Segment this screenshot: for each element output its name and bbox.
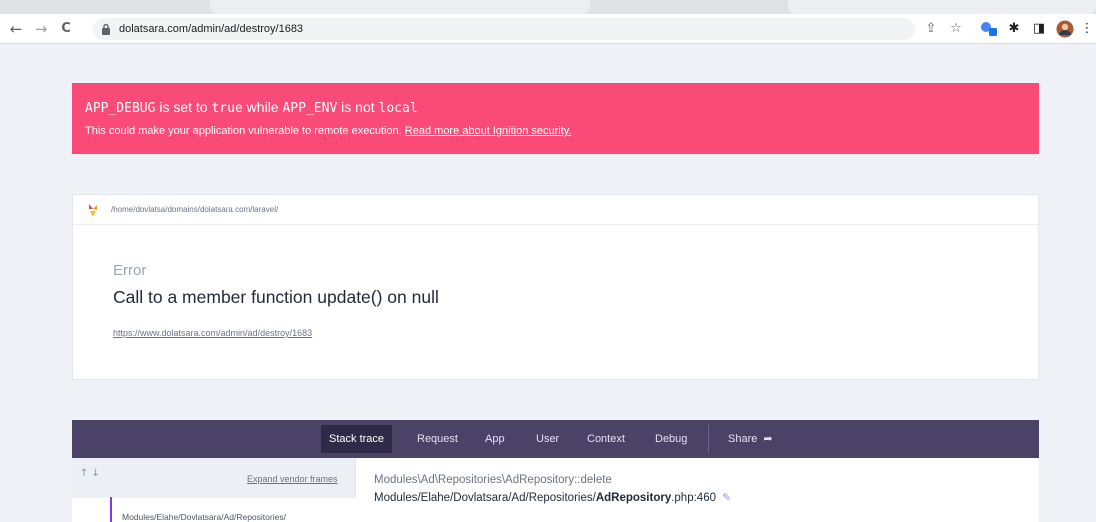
tab-user[interactable]: User	[528, 425, 567, 453]
stack-trace-panel: ↑ ↓ Expand vendor frames Modules/Elahe/D…	[72, 458, 1039, 522]
warning-text-fragment: is not	[337, 99, 379, 115]
share-button[interactable]: Share ➦	[720, 425, 781, 453]
frame-class: AdRepository	[505, 474, 575, 486]
frame-function: ::delete	[574, 474, 612, 486]
exception-class: Error	[113, 262, 147, 279]
warning-description: This could make your application vulnera…	[85, 125, 402, 137]
tab-debug[interactable]: Debug	[647, 425, 695, 453]
code-app-env: APP_ENV	[282, 101, 338, 116]
selected-frame-indicator	[110, 497, 112, 522]
translate-extension-icon[interactable]	[980, 21, 998, 37]
code-local: local	[378, 101, 418, 116]
tab-app[interactable]: App	[477, 425, 513, 453]
share-arrow-icon: ➦	[763, 432, 773, 445]
url-text[interactable]: dolatsara.com/admin/ad/destroy/1683	[119, 18, 303, 40]
request-url-link[interactable]: https://www.dolatsara.com/admin/ad/destr…	[113, 328, 312, 338]
error-card: /home/dovlatsa/domains/dolatsara.com/lar…	[72, 194, 1039, 380]
extensions-puzzle-icon[interactable]: ✱	[1004, 19, 1024, 39]
browser-tab[interactable]	[210, 0, 590, 14]
tab-context[interactable]: Context	[579, 425, 633, 453]
frames-list: ↑ ↓ Expand vendor frames Modules/Elahe/D…	[72, 458, 356, 522]
lock-icon[interactable]	[101, 23, 111, 35]
code-true: true	[211, 101, 243, 116]
ignition-logo-icon	[89, 204, 97, 217]
warning-text-fragment: while	[242, 99, 283, 115]
tab-stack-trace[interactable]: Stack trace	[321, 425, 393, 453]
share-page-icon[interactable]: ⇪	[921, 19, 941, 39]
stack-frame-path: Modules/Elahe/Dovlatsara/Ad/Repositories…	[122, 512, 286, 522]
browser-tab-strip	[0, 0, 1096, 14]
ignition-security-link[interactable]: Read more about Ignition security.	[405, 125, 572, 137]
browser-menu-icon[interactable]: ⋮	[1080, 19, 1094, 39]
frame-method: Modules\Ad\Repositories\AdRepository::de…	[374, 474, 612, 486]
code-app-debug: APP_DEBUG	[85, 101, 156, 116]
bookmark-star-icon[interactable]: ☆	[946, 19, 966, 39]
frame-file: Modules/Elahe/Dovlatsara/Ad/Repositories…	[374, 491, 731, 504]
debug-warning-title: APP_DEBUG is set to true while APP_ENV i…	[85, 98, 1026, 118]
edit-pencil-icon[interactable]: ✎	[722, 491, 731, 504]
forward-arrow-icon[interactable]: →	[31, 19, 51, 39]
stack-frame-item[interactable]: Modules/Elahe/Dovlatsara/Ad/Repositories…	[72, 497, 356, 522]
application-path: /home/dovlatsa/domains/dolatsara.com/lar…	[111, 205, 279, 214]
profile-avatar-icon[interactable]	[1056, 20, 1074, 38]
tabs-separator	[708, 425, 709, 453]
debug-warning-banner: APP_DEBUG is set to true while APP_ENV i…	[72, 83, 1039, 154]
address-bar[interactable]: dolatsara.com/admin/ad/destroy/1683	[93, 18, 915, 40]
share-label: Share	[728, 433, 758, 445]
side-panel-icon[interactable]: ◨	[1029, 19, 1049, 39]
frame-navigation-arrows-icon[interactable]: ↑ ↓	[80, 468, 100, 479]
expand-vendor-frames-link[interactable]: Expand vendor frames	[247, 474, 338, 484]
browser-tab[interactable]	[788, 0, 1096, 14]
debug-warning-text: This could make your application vulnera…	[85, 123, 1026, 139]
frame-file-dir: Modules/Elahe/Dovlatsara/Ad/Repositories…	[374, 492, 596, 504]
back-arrow-icon[interactable]: ←	[6, 19, 26, 39]
tab-request[interactable]: Request	[409, 425, 466, 453]
error-tabs-bar: Stack trace Request App User Context Deb…	[72, 420, 1039, 458]
browser-toolbar: ← → C dolatsara.com/admin/ad/destroy/168…	[0, 14, 1096, 44]
exception-message: Call to a member function update() on nu…	[113, 287, 439, 307]
reload-icon[interactable]: C	[56, 19, 76, 39]
frame-file-line: .php:460	[671, 492, 716, 504]
error-card-header: /home/dovlatsa/domains/dolatsara.com/lar…	[73, 195, 1038, 225]
warning-text-fragment: is set to	[155, 99, 212, 115]
frame-file-name: AdRepository	[595, 492, 672, 504]
frame-namespace: Modules\Ad\Repositories\	[374, 474, 506, 486]
